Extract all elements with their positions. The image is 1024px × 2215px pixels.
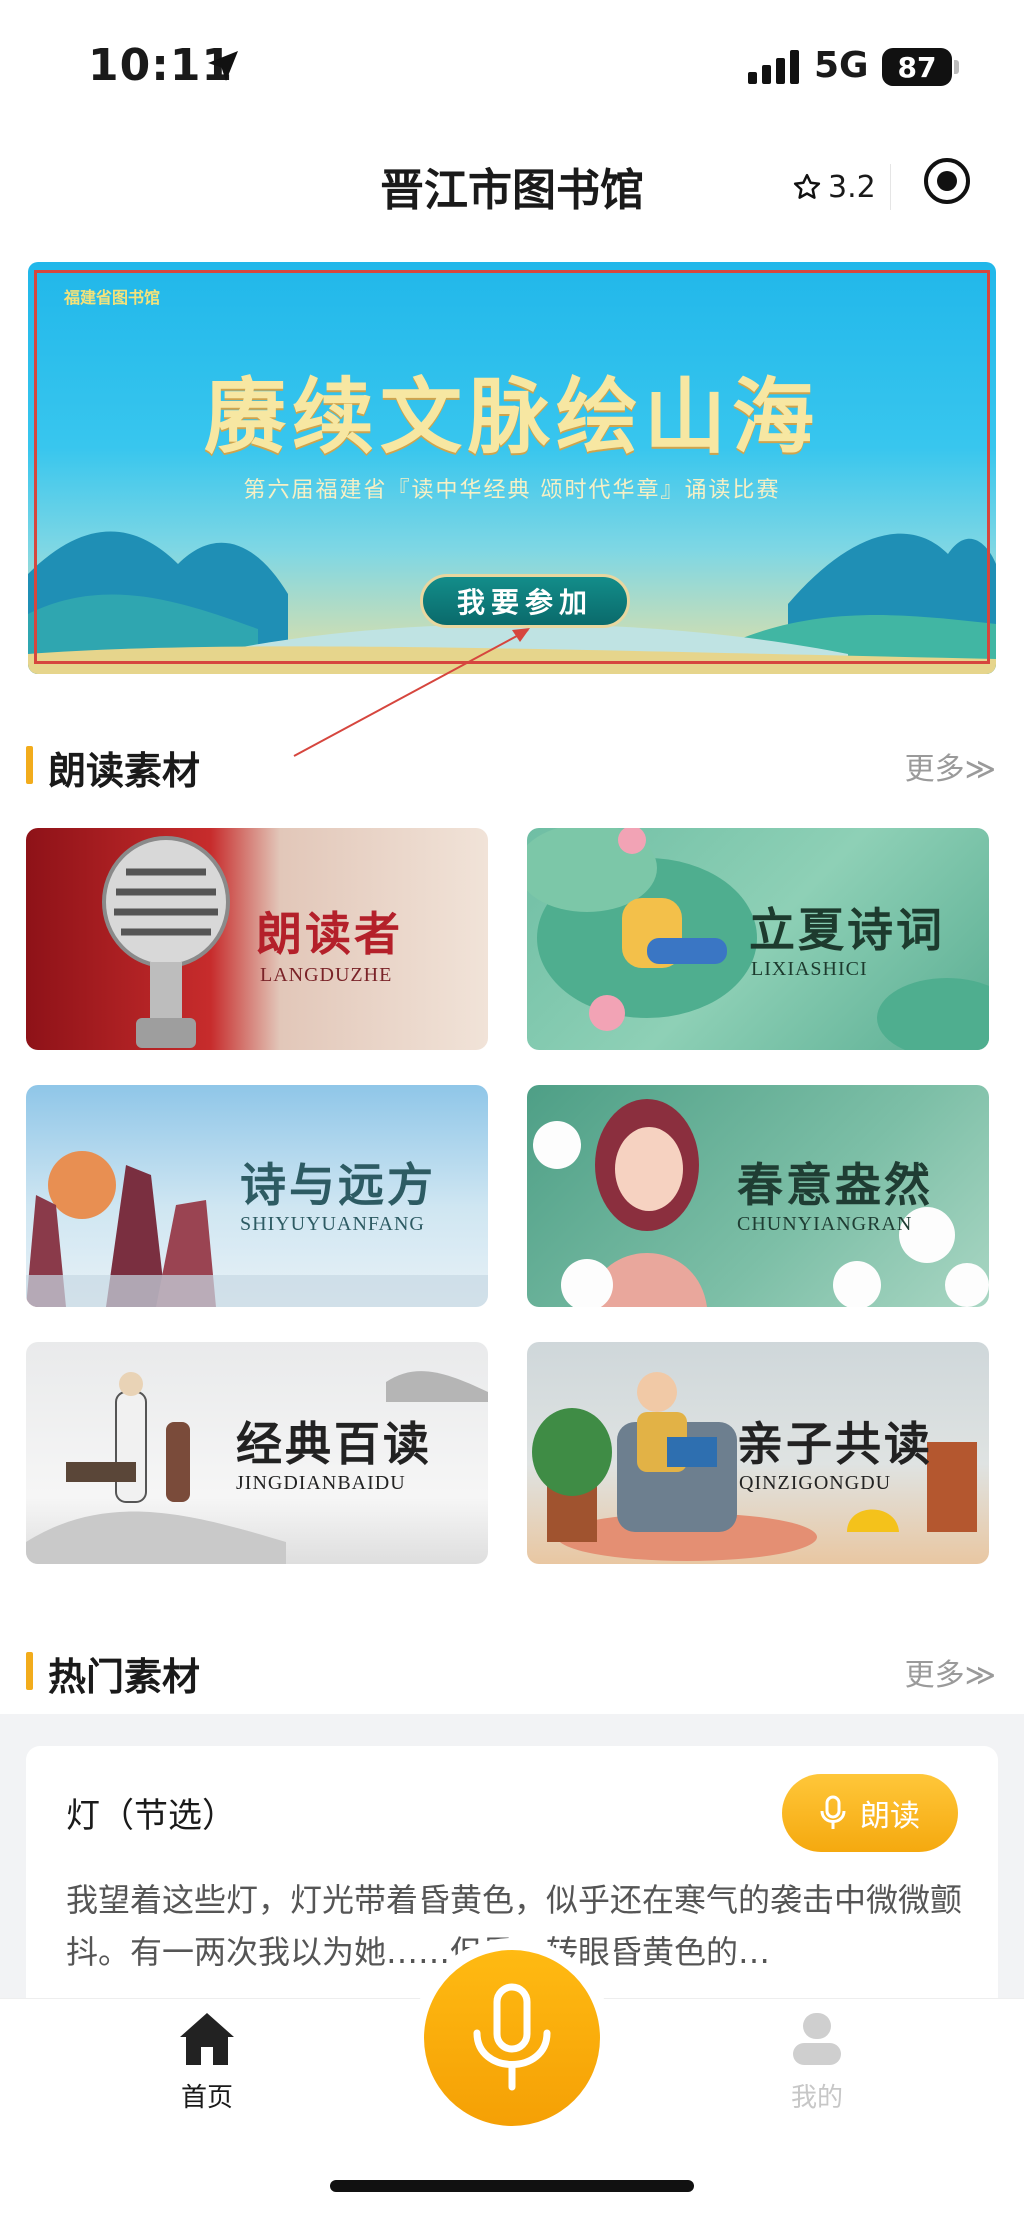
battery-icon: 87 (882, 48, 952, 86)
tab-mine[interactable]: 我的 (737, 2011, 897, 2131)
more-link[interactable]: 更多≫ (905, 1650, 996, 1694)
section-title: 热门素材 (48, 1655, 201, 1699)
banner-headline: 赓续文脉绘山海 (203, 369, 820, 465)
home-indicator (330, 2180, 694, 2192)
capsule-divider (890, 164, 891, 210)
event-banner[interactable]: 福建省图书馆 赓续文脉绘山海 第六届福建省『读中华经典 颂时代华章』诵读比赛 我… (28, 262, 996, 674)
material-card-qinzigongdu[interactable]: 亲子共读 QINZIGONGDU (527, 1342, 989, 1564)
screen: 10:11 5G 87 晋江市图书馆 3.2 福建省图书馆 赓续文脉绘山海 第六… (0, 0, 1024, 2215)
star-icon (793, 173, 821, 199)
user-icon (793, 2013, 841, 2065)
card-pinyin: SHIYUYUANFANG (240, 1213, 425, 1235)
rating-button[interactable]: 3.2 (792, 162, 876, 212)
microphone-icon (473, 1983, 551, 2091)
card-title: 立夏诗词 (749, 903, 945, 957)
banner-badge: 福建省图书馆 (64, 288, 161, 307)
card-pinyin: QINZIGONGDU (739, 1472, 892, 1494)
home-icon (180, 2013, 234, 2065)
card-title: 亲子共读 (737, 1417, 933, 1471)
tab-home-label: 首页 (180, 2083, 233, 2113)
material-title: 灯（节选） (66, 1796, 236, 1836)
card-title: 经典百读 (236, 1417, 432, 1471)
record-button[interactable] (424, 1950, 600, 2126)
hot-section-header: 热门素材 更多≫ (0, 1640, 1024, 1700)
materials-section-header: 朗读素材 更多≫ (0, 734, 1024, 794)
material-card-shiyuyuanfang[interactable]: 诗与远方 SHIYUYUANFANG (26, 1085, 488, 1307)
status-bar: 10:11 5G 87 (0, 0, 1024, 130)
section-accent-bar (26, 746, 33, 784)
section-accent-bar (26, 1652, 33, 1690)
tab-mine-label: 我的 (790, 2083, 843, 2113)
material-card-chunyiangran[interactable]: 春意盎然 CHUNYIANGRAN (527, 1085, 989, 1307)
read-aloud-label: 朗读 (860, 1799, 920, 1834)
section-title: 朗读素材 (48, 749, 201, 793)
battery-tip (954, 60, 959, 74)
card-pinyin: LIXIASHICI (751, 958, 868, 980)
card-title: 春意盎然 (737, 1158, 933, 1212)
rating-value: 3.2 (828, 169, 876, 205)
card-pinyin: LANGDUZHE (260, 964, 393, 986)
nav-bar: 晋江市图书馆 3.2 (0, 130, 1024, 240)
network-type: 5G (814, 45, 869, 86)
more-link[interactable]: 更多≫ (905, 744, 996, 788)
card-title: 诗与远方 (240, 1158, 436, 1212)
material-card-langduzhe[interactable]: 朗读者 LANGDUZHE (26, 828, 488, 1050)
location-arrow-icon (208, 51, 238, 81)
battery-level: 87 (897, 50, 937, 84)
card-title: 朗读者 (256, 907, 403, 961)
material-card-jingdianbaidu[interactable]: 经典百读 JINGDIANBAIDU (26, 1342, 488, 1564)
material-card-lixiashici[interactable]: 立夏诗词 LIXIASHICI (527, 828, 989, 1050)
card-pinyin: JINGDIANBAIDU (236, 1472, 406, 1494)
banner-subtitle: 第六届福建省『读中华经典 颂时代华章』诵读比赛 (243, 478, 781, 503)
close-miniprogram-icon[interactable] (924, 158, 970, 204)
read-aloud-button[interactable]: 朗读 (782, 1774, 958, 1852)
microphone-illustration (102, 836, 230, 1048)
card-pinyin: CHUNYIANGRAN (737, 1213, 913, 1235)
microphone-icon (820, 1795, 846, 1829)
tab-home[interactable]: 首页 (127, 2011, 287, 2131)
cellular-signal-icon (748, 50, 799, 84)
